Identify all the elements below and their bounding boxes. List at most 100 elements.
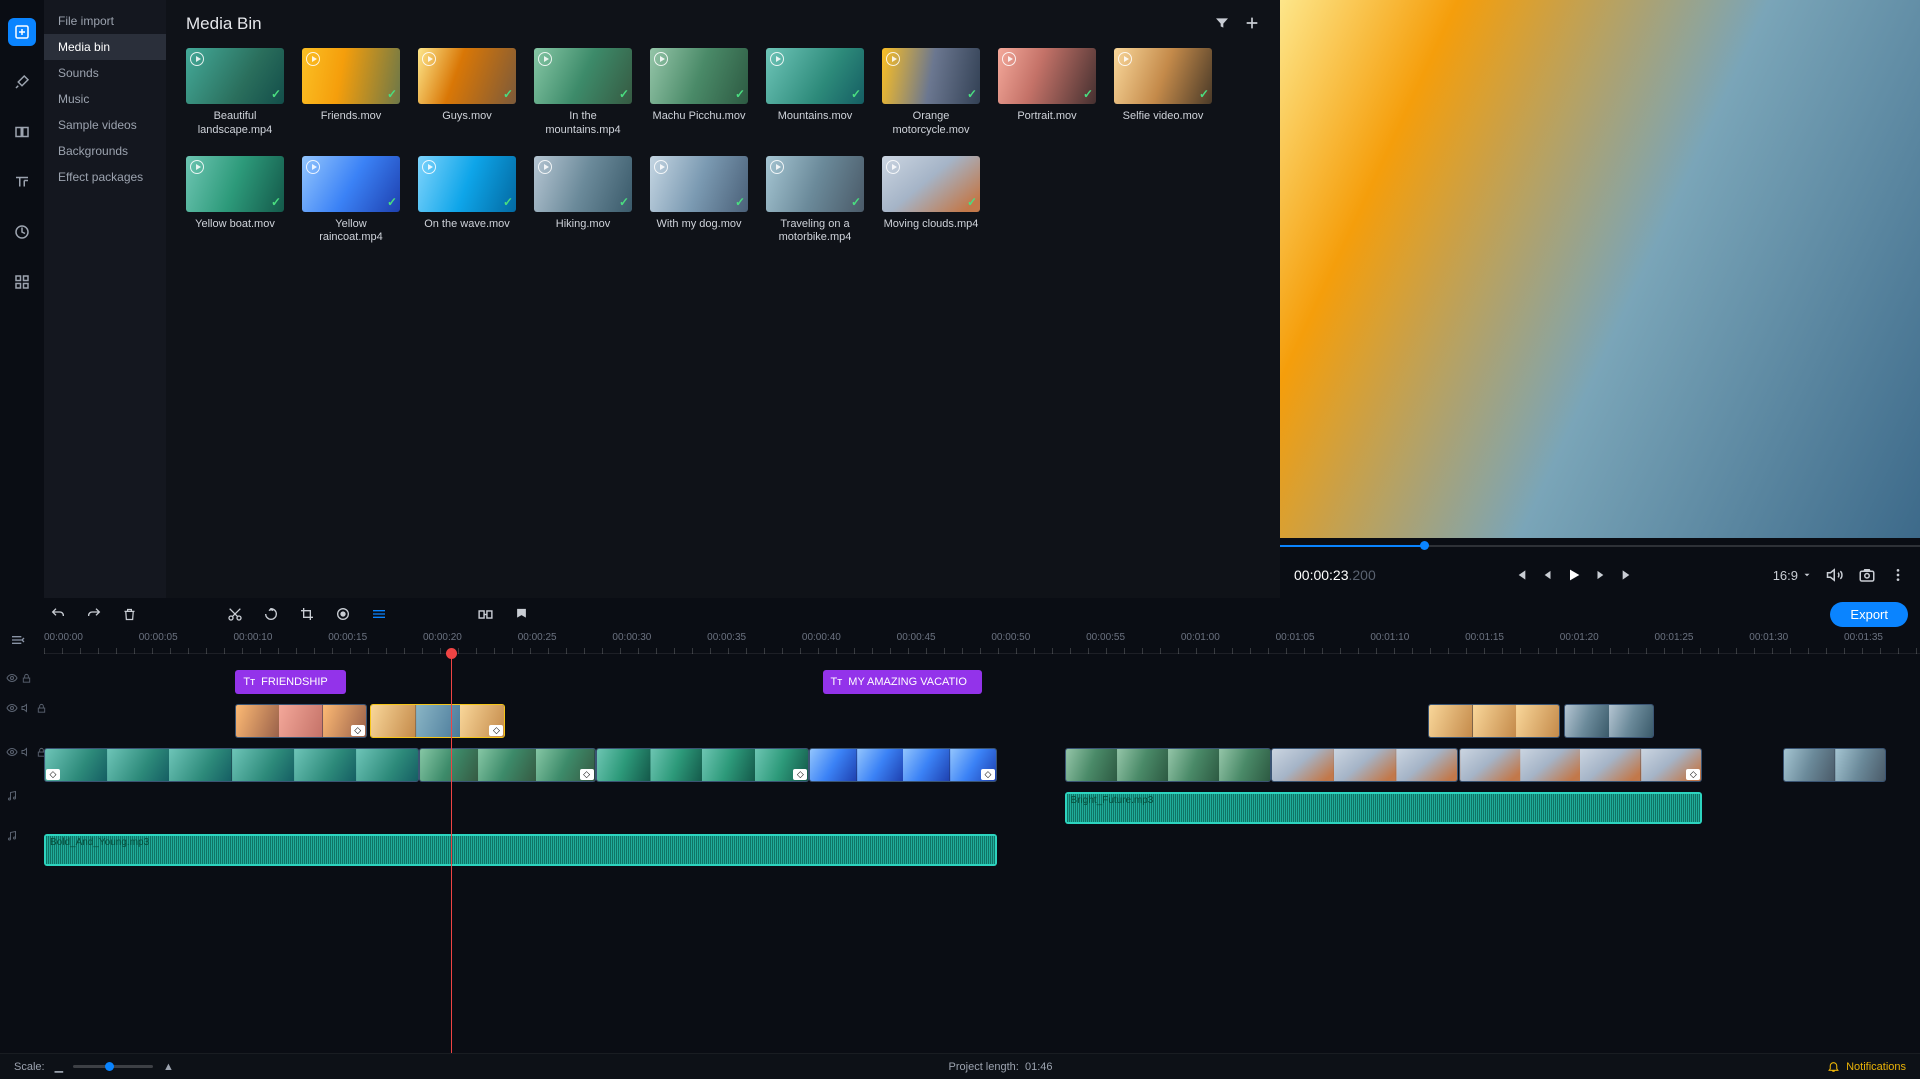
ruler-tick: 00:00:30 (612, 632, 651, 643)
audio-clip[interactable]: Bold_And_Young.mp3 (44, 834, 997, 866)
text-clip[interactable]: TᴛMY AMAZING VACATIO (823, 670, 982, 694)
lock-icon[interactable] (21, 673, 32, 687)
sidebar-item-sounds[interactable]: Sounds (44, 60, 166, 86)
filter-icon[interactable] (1214, 15, 1230, 34)
export-button[interactable]: Export (1830, 602, 1908, 627)
marker-icon[interactable] (514, 607, 529, 622)
text-track[interactable]: TᴛFRIENDSHIP TᴛMY AMAZING VACATIO (44, 668, 1920, 696)
video-clip[interactable] (1065, 748, 1271, 782)
video-clip[interactable]: ◇ (1459, 748, 1703, 782)
main-audio-track[interactable]: Bold_And_Young.mp3 (44, 832, 1920, 868)
video-clip[interactable]: ◇ (370, 704, 505, 738)
record-icon[interactable] (335, 606, 351, 622)
media-item[interactable]: ✓In the mountains.mp4 (534, 48, 632, 138)
video-clip[interactable]: ◇ (596, 748, 810, 782)
snapshot-icon[interactable] (1858, 566, 1876, 584)
vol-icon[interactable] (21, 702, 33, 717)
sidebar-item-file-import[interactable]: File import (44, 8, 166, 34)
timeline-ruler[interactable]: 00:00:0000:00:0500:00:1000:00:1500:00:20… (0, 630, 1920, 654)
overlay-video-track[interactable]: ◇◇ (44, 702, 1920, 740)
sidebar-item-media-bin[interactable]: Media bin (44, 34, 166, 60)
color-adjust-icon[interactable] (371, 606, 387, 622)
preview-panel: 00:00:23.200 16:9 (1280, 0, 1920, 598)
delete-icon[interactable] (122, 607, 137, 622)
cut-icon[interactable] (227, 606, 243, 622)
prev-frame-icon[interactable] (1540, 568, 1554, 582)
eye-icon[interactable] (6, 702, 18, 717)
ruler-tick: 00:00:35 (707, 632, 746, 643)
eye-icon[interactable] (6, 746, 18, 761)
play-icon[interactable] (1566, 567, 1582, 583)
sidebar-item-sample-videos[interactable]: Sample videos (44, 112, 166, 138)
rail-titles-icon[interactable] (8, 168, 36, 196)
media-item-label: With my dog.mov (657, 218, 742, 232)
music-icon[interactable] (6, 830, 18, 845)
tracks-area[interactable]: TᴛFRIENDSHIPTᴛMY AMAZING VACATIO ◇◇ ◇◇◇◇… (0, 654, 1920, 1053)
skip-end-icon[interactable] (1620, 567, 1636, 583)
transition-icon[interactable] (477, 606, 494, 623)
add-media-icon[interactable] (1244, 15, 1260, 34)
rail-transitions-icon[interactable] (8, 118, 36, 146)
aspect-ratio-button[interactable]: 16:9 (1773, 568, 1812, 583)
video-clip[interactable]: ◇ (44, 748, 419, 782)
undo-icon[interactable] (50, 606, 66, 622)
playhead[interactable] (451, 654, 452, 1053)
preview-viewport[interactable] (1280, 0, 1920, 538)
notifications-button[interactable]: Notifications (1827, 1060, 1906, 1073)
media-item[interactable]: ✓Yellow raincoat.mp4 (302, 156, 400, 246)
scale-plus-icon[interactable]: ▲ (163, 1061, 174, 1073)
eye-icon[interactable] (6, 672, 18, 687)
media-item[interactable]: ✓Portrait.mov (998, 48, 1096, 138)
music-icon[interactable] (6, 790, 18, 805)
video-clip[interactable]: ◇ (809, 748, 997, 782)
preview-menu-icon[interactable] (1890, 567, 1906, 583)
ruler-tick: 00:00:15 (328, 632, 367, 643)
media-item[interactable]: ✓Mountains.mov (766, 48, 864, 138)
ruler-options-icon[interactable] (10, 632, 26, 651)
ruler-tick: 00:00:55 (1086, 632, 1125, 643)
media-item[interactable]: ✓Beautiful landscape.mp4 (186, 48, 284, 138)
video-clip[interactable]: ◇ (235, 704, 366, 738)
audio-clip[interactable]: Bright_Future.mp3 (1065, 792, 1703, 824)
media-item[interactable]: ✓Traveling on a motorbike.mp4 (766, 156, 864, 246)
overlay-audio-track[interactable]: Bright_Future.mp3 (44, 790, 1920, 826)
next-frame-icon[interactable] (1594, 568, 1608, 582)
media-item[interactable]: ✓Friends.mov (302, 48, 400, 138)
media-item[interactable]: ✓With my dog.mov (650, 156, 748, 246)
media-item[interactable]: ✓Orange motorcycle.mov (882, 48, 980, 138)
crop-icon[interactable] (299, 606, 315, 622)
main-video-track[interactable]: ◇◇◇◇◇ (44, 746, 1920, 784)
rail-stickers-icon[interactable] (8, 218, 36, 246)
vol-icon[interactable] (21, 746, 33, 761)
media-item[interactable]: ✓Guys.mov (418, 48, 516, 138)
ruler-tick: 00:00:25 (518, 632, 557, 643)
video-clip[interactable]: ◇ (419, 748, 595, 782)
scale-slider[interactable] (73, 1065, 153, 1068)
media-item[interactable]: ✓Selfie video.mov (1114, 48, 1212, 138)
sidebar-item-backgrounds[interactable]: Backgrounds (44, 138, 166, 164)
rail-effects-icon[interactable] (8, 68, 36, 96)
redo-icon[interactable] (86, 606, 102, 622)
text-clip[interactable]: TᴛFRIENDSHIP (235, 670, 346, 694)
video-clip[interactable] (1428, 704, 1559, 738)
media-item[interactable]: ✓Hiking.mov (534, 156, 632, 246)
rotate-icon[interactable] (263, 606, 279, 622)
video-clip[interactable] (1564, 704, 1654, 738)
media-item[interactable]: ✓Yellow boat.mov (186, 156, 284, 246)
ruler-tick: 00:01:35 (1844, 632, 1883, 643)
preview-scrubber[interactable] (1280, 538, 1920, 552)
video-clip[interactable] (1783, 748, 1886, 782)
mute-icon[interactable] (1826, 566, 1844, 584)
media-item[interactable]: ✓Machu Picchu.mov (650, 48, 748, 138)
sidebar-item-effect-packages[interactable]: Effect packages (44, 164, 166, 190)
media-item-label: Moving clouds.mp4 (884, 218, 979, 232)
sidebar-item-music[interactable]: Music (44, 86, 166, 112)
media-item[interactable]: ✓On the wave.mov (418, 156, 516, 246)
video-clip[interactable] (1271, 748, 1459, 782)
scale-minus-icon[interactable]: ▁ (55, 1060, 63, 1073)
ruler-tick: 00:00:50 (991, 632, 1030, 643)
rail-more-icon[interactable] (8, 268, 36, 296)
skip-start-icon[interactable] (1512, 567, 1528, 583)
media-item[interactable]: ✓Moving clouds.mp4 (882, 156, 980, 246)
rail-import-icon[interactable] (8, 18, 36, 46)
